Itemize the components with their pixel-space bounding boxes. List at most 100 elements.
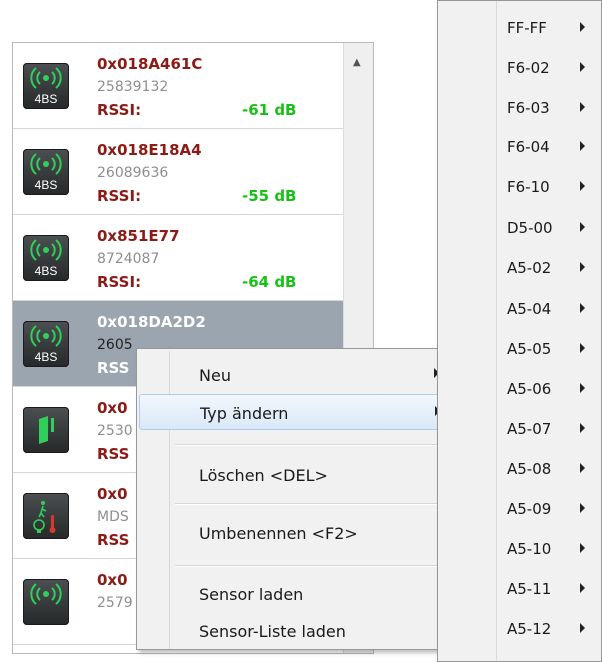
menu-item-label: Neu xyxy=(199,366,231,385)
submenu-item-label: A5-12 xyxy=(507,620,552,638)
submenu-arrow-icon xyxy=(580,463,585,473)
rssi-value: -61 dB xyxy=(242,101,297,119)
device-number: 25839132 xyxy=(97,79,169,95)
submenu-item-f6-10[interactable]: F6-10 xyxy=(438,160,601,200)
device-list-item[interactable]: 4BS 0x851E77 8724087 RSSI: -64 dB xyxy=(13,215,343,301)
menu-separator xyxy=(175,444,439,446)
submenu-item-d5-00[interactable]: D5-00 xyxy=(438,201,601,241)
rssi-label: RSS xyxy=(97,445,130,463)
submenu-item-a5-05[interactable]: A5-05 xyxy=(438,322,601,362)
submenu-item-label: A5-11 xyxy=(507,580,552,598)
rssi-value: -64 dB xyxy=(242,273,297,291)
device-id: 0x0 xyxy=(97,485,128,503)
submenu-arrow-icon xyxy=(580,583,585,593)
rssi-label: RSSI: xyxy=(97,187,142,205)
menu-item-umbenennen[interactable]: Umbenennen <F2> xyxy=(139,515,443,551)
submenu-item-label: F6-04 xyxy=(507,138,550,156)
device-tile-radio-waves-icon xyxy=(23,579,69,625)
submenu-arrow-icon xyxy=(580,543,585,553)
rssi-label: RSS xyxy=(97,531,130,549)
submenu-item-label: A5-09 xyxy=(507,500,552,518)
submenu-item-label: A5-02 xyxy=(507,259,552,277)
submenu-arrow-icon xyxy=(580,503,585,513)
device-tile-motion-light-temp-icon xyxy=(23,493,69,539)
submenu-arrow-icon xyxy=(580,343,585,353)
device-tile-label: 4BS xyxy=(34,264,58,278)
device-tile-radio-waves-icon: 4BS xyxy=(23,321,69,367)
submenu-arrow-icon xyxy=(580,102,585,112)
submenu-arrow-icon xyxy=(580,383,585,393)
submenu-arrow-icon xyxy=(580,623,585,633)
submenu-arrow-icon xyxy=(580,181,585,191)
rssi-label: RSS xyxy=(97,359,130,377)
submenu-arrow-icon xyxy=(580,22,585,32)
menu-item-label: Löschen <DEL> xyxy=(199,466,328,485)
submenu-item-label: D5-00 xyxy=(507,219,553,237)
submenu-item-ff-ff[interactable]: FF-FF xyxy=(438,1,601,41)
submenu-item-label: F6-03 xyxy=(507,99,550,117)
rssi-label: RSSI: xyxy=(97,101,142,119)
submenu-item-label: A5-04 xyxy=(507,300,552,318)
submenu-item-a5-11[interactable]: A5-11 xyxy=(438,562,601,602)
submenu-arrow-icon xyxy=(580,222,585,232)
device-tile-label: 4BS xyxy=(34,350,58,364)
device-id: 0x018DA2D2 xyxy=(97,313,206,331)
submenu-item-a5-07[interactable]: A5-07 xyxy=(438,402,601,442)
submenu-arrow-icon xyxy=(580,62,585,72)
device-tile-radio-waves-icon: 4BS xyxy=(23,63,69,109)
submenu-arrow-icon xyxy=(580,141,585,151)
device-id: 0x0 xyxy=(97,399,128,417)
device-id: 0x851E77 xyxy=(97,227,180,245)
context-menu: Neu Typ ändern Löschen <DEL> Umbenennen … xyxy=(136,348,448,650)
submenu-item-a5-09[interactable]: A5-09 xyxy=(438,482,601,522)
submenu-item-f6-04[interactable]: F6-04 xyxy=(438,120,601,160)
device-tile-label: 4BS xyxy=(34,178,58,192)
submenu-item-a5-10[interactable]: A5-10 xyxy=(438,522,601,562)
type-submenu: FF-FF F6-02 F6-03 F6-04 F6-10 D5-00 A5-0… xyxy=(437,0,602,662)
rssi-label: RSSI: xyxy=(97,273,142,291)
submenu-item-f6-02[interactable]: F6-02 xyxy=(438,41,601,81)
menu-item-loeschen[interactable]: Löschen <DEL> xyxy=(139,457,443,493)
submenu-item-a5-08[interactable]: A5-08 xyxy=(438,442,601,482)
submenu-item-label: F6-10 xyxy=(507,178,550,196)
menu-item-typ-aendern[interactable]: Typ ändern xyxy=(139,394,443,430)
submenu-item-a5-04[interactable]: A5-04 xyxy=(438,282,601,322)
submenu-item-label: A5-06 xyxy=(507,380,552,398)
menu-item-sensor-liste-laden[interactable]: Sensor-Liste laden xyxy=(139,613,443,649)
submenu-item-label: FF-FF xyxy=(507,19,547,37)
device-id: 0x018A461C xyxy=(97,55,203,73)
submenu-item-label: A5-10 xyxy=(507,540,552,558)
menu-item-label: Typ ändern xyxy=(200,404,289,423)
device-id: 0x018E18A4 xyxy=(97,141,202,159)
submenu-item-a5-12[interactable]: A5-12 xyxy=(438,602,601,642)
submenu-arrow-icon xyxy=(580,303,585,313)
submenu-item-label: A5-07 xyxy=(507,420,552,438)
device-id: 0x0 xyxy=(97,571,128,589)
menu-separator xyxy=(175,565,439,567)
scroll-up-arrow-icon[interactable]: ▲ xyxy=(353,57,361,68)
device-number: MDS xyxy=(97,509,129,525)
device-number: 2605 xyxy=(97,337,133,353)
submenu-item-a5-02[interactable]: A5-02 xyxy=(438,241,601,281)
submenu-item-label: A5-08 xyxy=(507,460,552,478)
rssi-value: -55 dB xyxy=(242,187,297,205)
menu-item-label: Umbenennen <F2> xyxy=(199,524,358,543)
device-tile-radio-waves-icon: 4BS xyxy=(23,149,69,195)
submenu-item-a5-06[interactable]: A5-06 xyxy=(438,362,601,402)
device-list-item[interactable]: 4BS 0x018E18A4 26089636 RSSI: -55 dB xyxy=(13,129,343,215)
device-tile-radio-waves-icon: 4BS xyxy=(23,235,69,281)
device-number: 8724087 xyxy=(97,251,160,267)
submenu-item-label: F6-02 xyxy=(507,59,550,77)
submenu-item-f6-03[interactable]: F6-03 xyxy=(438,81,601,121)
menu-item-sensor-laden[interactable]: Sensor laden xyxy=(139,576,443,612)
device-number: 2579 xyxy=(97,595,133,611)
device-list-item[interactable]: 4BS 0x018A461C 25839132 RSSI: -61 dB xyxy=(13,43,343,129)
device-number: 2530 xyxy=(97,423,133,439)
submenu-item-label: A5-05 xyxy=(507,340,552,358)
device-tile-window-contact-icon xyxy=(23,407,69,453)
menu-separator xyxy=(175,503,439,505)
submenu-arrow-icon xyxy=(580,423,585,433)
menu-item-label: Sensor laden xyxy=(199,585,304,604)
menu-item-label: Sensor-Liste laden xyxy=(199,622,346,641)
menu-item-neu[interactable]: Neu xyxy=(139,357,443,393)
